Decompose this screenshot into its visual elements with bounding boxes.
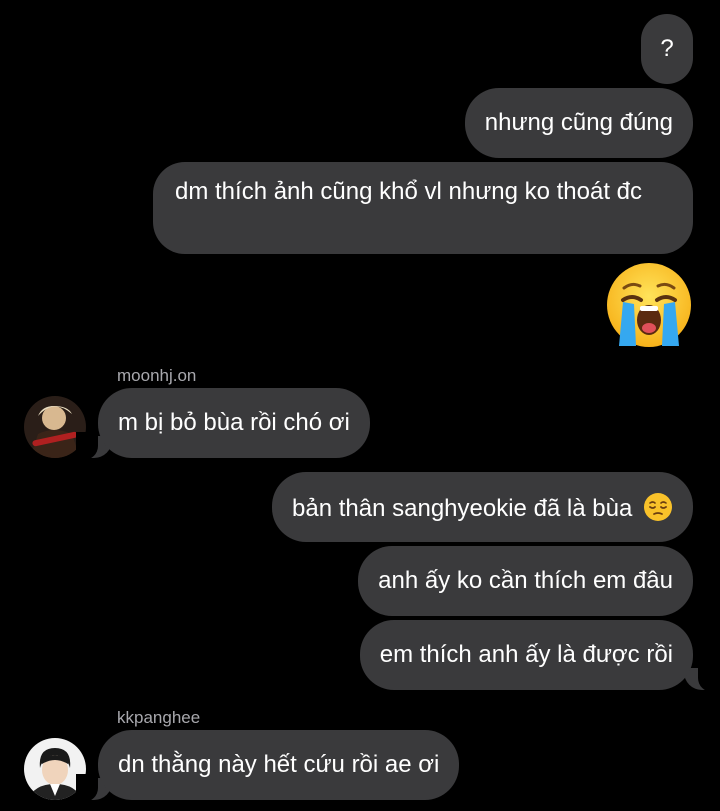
message-text: bản thân sanghyeokie đã là bùa [292,495,633,522]
message-text: dm thích ảnh cũng khổ vl nhưng ko thoát … [175,178,643,205]
message-text: m bị bỏ bùa rồi chó ơi [118,409,350,436]
message-text: anh ấy ko cần thích em đâu [378,567,673,594]
message-bubble-outgoing[interactable]: bản thân sanghyeokie đã là bùa [272,472,693,542]
message-bubble-outgoing[interactable]: nhưng cũng đúng [464,88,693,158]
message-text: em thích anh ấy là được rồi [379,641,673,668]
message-text: ? [660,35,674,62]
message-bubble-incoming[interactable]: m bị bỏ bùa rồi chó ơi [98,388,370,458]
message-text: nhưng cũng đúng [484,109,673,136]
message-bubble-outgoing[interactable]: anh ấy ko cần thích em đâu [358,546,693,616]
sender-name: moonhj.on [117,366,197,385]
sender-name: kkpanghee [117,708,201,727]
message-text: dn thằng này hết cứu rồi ae ơi [118,751,440,778]
message-bubble-outgoing[interactable]: dm thích ảnh cũng khổ vl nhưng ko thoát … [153,162,693,254]
pensive-face-emoji [644,493,672,521]
message-bubble-outgoing[interactable]: em thích anh ấy là được rồi [359,620,693,690]
message-bubble-outgoing[interactable]: ? [641,14,693,84]
message-bubble-incoming[interactable]: dn thằng này hết cứu rồi ae ơi [98,730,460,800]
loudly-crying-face-emoji[interactable] [606,262,692,348]
